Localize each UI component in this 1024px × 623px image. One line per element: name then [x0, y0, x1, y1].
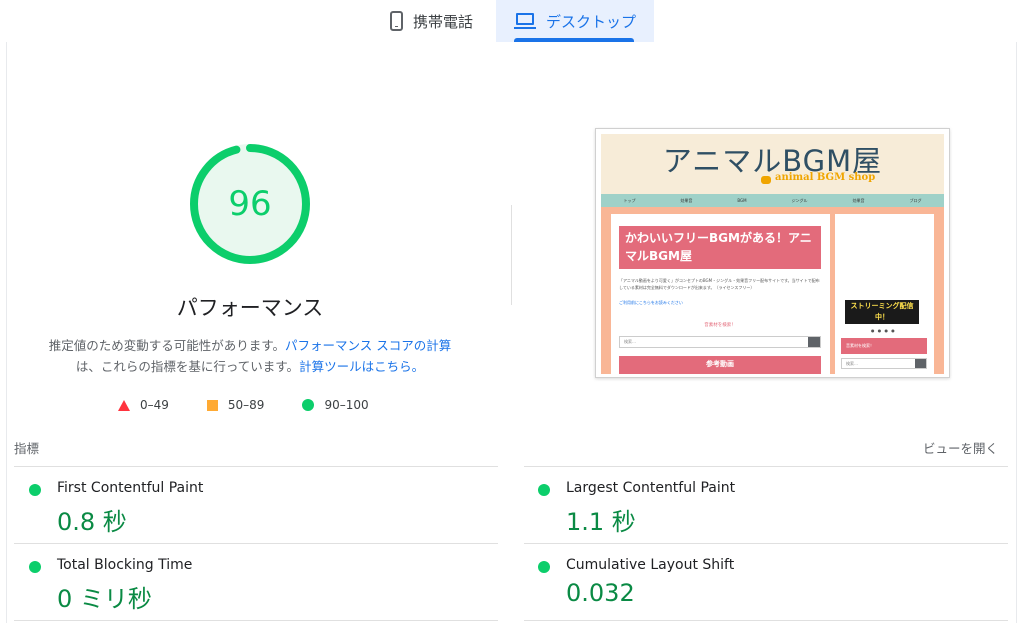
legend-pass-range: 90–100 [324, 398, 369, 412]
side-search: 検索… [841, 358, 927, 369]
pass-circle-icon [29, 561, 41, 573]
nav-item: 効果音 [852, 197, 865, 203]
metric-label: Cumulative Layout Shift [566, 557, 735, 573]
description-text: 推定値のため変動する可能性があります。 [48, 338, 286, 353]
fail-triangle-icon [118, 399, 130, 411]
post-link: ご利用前にこちらをお読みください [619, 300, 683, 305]
mobile-phone-icon [390, 11, 403, 31]
pass-circle-icon [302, 399, 315, 411]
site-logo: アニマルBGM屋 [662, 144, 883, 178]
streaming-banner: ストリーミング配信中！ [845, 300, 919, 324]
cat-icon [761, 176, 771, 184]
average-square-icon [206, 399, 218, 411]
tab-mobile-label: 携帯電話 [413, 12, 474, 31]
metric-label: Total Blocking Time [57, 557, 193, 573]
metric-value: 0.8 秒 [57, 508, 127, 536]
carousel-dots: ● ● ● ● [871, 328, 896, 333]
side-search-placeholder: 検索… [846, 361, 858, 366]
legend-fail-range: 0–49 [140, 398, 169, 412]
nav-item: トップ [623, 197, 636, 203]
divider [524, 466, 1008, 467]
divider [14, 466, 498, 467]
metrics-header: 指標 ビューを開く [14, 438, 998, 457]
legend-fail: 0–49 [118, 398, 169, 412]
laptop-icon [514, 13, 536, 29]
side-search-heading: 音素材を検索！ [841, 338, 927, 354]
site-header: アニマルBGM屋 animal BGM shop [601, 134, 944, 194]
reference-video-button: 参考動画 [619, 356, 821, 374]
score-legend: 0–49 50–89 90–100 [118, 398, 407, 412]
metrics-title: 指標 [14, 441, 40, 456]
nav-item: 効果音 [680, 197, 693, 203]
tab-desktop[interactable]: デスクトップ [496, 0, 654, 42]
expand-view-toggle[interactable]: ビューを開く [923, 438, 998, 457]
post-title: かわいいフリーBGMがある！アニマルBGM屋 [619, 226, 821, 269]
divider [511, 205, 512, 305]
score-description: 推定値のため変動する可能性があります。パフォーマンス スコアの計算 は、これらの… [40, 335, 460, 377]
page-screenshot: アニマルBGM屋 animal BGM shop トップ 効果音 BGM ジング… [595, 128, 950, 378]
site-main: かわいいフリーBGMがある！アニマルBGM屋 「アニマル動画をより可愛く」がコン… [611, 214, 830, 374]
pass-circle-icon [29, 484, 41, 496]
pass-circle-icon [538, 561, 550, 573]
pass-circle-icon [538, 484, 550, 496]
search-icon [808, 337, 820, 347]
metric-value: 1.1 秒 [566, 508, 636, 536]
site-search: 検索… [619, 336, 821, 348]
nav-item: BGM [737, 198, 747, 203]
search-icon [915, 359, 926, 368]
site-search-placeholder: 検索… [624, 339, 636, 344]
legend-average: 50–89 [206, 398, 265, 412]
nav-item: ジングル [791, 197, 808, 203]
divider [14, 620, 498, 621]
legend-pass: 90–100 [302, 398, 369, 412]
calculator-link[interactable]: 計算ツールはこちら。 [299, 359, 424, 374]
gauge-title: パフォーマンス [176, 296, 324, 320]
metric-label: Largest Contentful Paint [566, 480, 736, 496]
metric-value: 0 ミリ秒 [57, 585, 152, 613]
performance-score: 96 [228, 184, 272, 224]
device-tabs: 携帯電話 デスクトップ [0, 0, 1024, 42]
screenshot-content: アニマルBGM屋 animal BGM shop トップ 効果音 BGM ジング… [601, 134, 944, 374]
tab-desktop-label: デスクトップ [546, 12, 637, 31]
site-nav: トップ 効果音 BGM ジングル 効果音 ブログ [601, 194, 944, 207]
divider [524, 543, 1008, 544]
metric-value: 0.032 [566, 579, 635, 607]
nav-item: ブログ [909, 197, 922, 203]
performance-gauge: 96 [187, 141, 313, 267]
metric-label: First Contentful Paint [57, 480, 204, 496]
score-calculation-link[interactable]: パフォーマンス スコアの計算 [285, 338, 451, 353]
site-sidebar: ストリーミング配信中！ ● ● ● ● 音素材を検索！ 検索… [835, 214, 934, 374]
description-text-2: は、これらの指標を基に行っています。 [75, 359, 300, 374]
post-text: 「アニマル動画をより可愛く」がコンセプトのBGM・ジングル・効果音フリー配布サイ… [619, 278, 820, 290]
divider [14, 543, 498, 544]
legend-average-range: 50–89 [227, 398, 265, 412]
site-logo-sub: animal BGM shop [775, 172, 876, 183]
search-heading: 音素材を検索！ [704, 323, 736, 328]
divider [524, 620, 1008, 621]
tab-mobile[interactable]: 携帯電話 [384, 0, 502, 42]
